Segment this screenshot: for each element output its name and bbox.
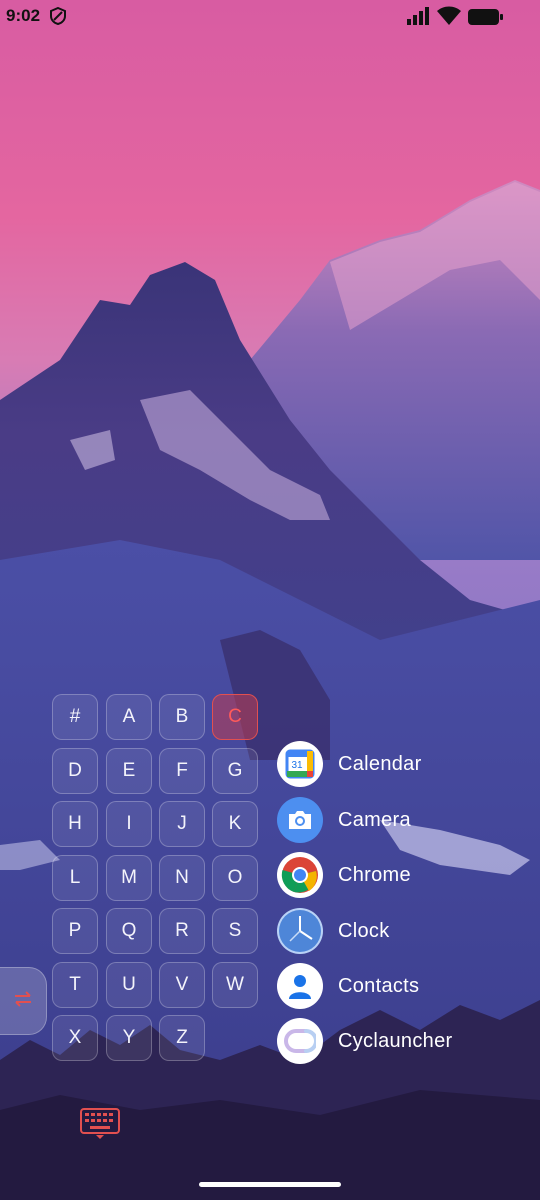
letter-key-d[interactable]: D — [52, 748, 98, 794]
calendar-badge: 31 — [291, 760, 303, 771]
app-camera[interactable]: Camera — [277, 796, 411, 844]
letter-key-e[interactable]: E — [106, 748, 152, 794]
shield-icon — [50, 6, 66, 30]
letter-key-x[interactable]: X — [52, 1015, 98, 1061]
side-drawer-handle[interactable] — [0, 967, 47, 1035]
app-label: Calendar — [338, 752, 422, 775]
status-time: 9:02 — [6, 6, 41, 25]
letter-key-v[interactable]: V — [159, 962, 205, 1008]
letter-key-k[interactable]: K — [212, 801, 258, 847]
letter-key-c-selected[interactable]: C — [212, 694, 258, 740]
app-label: Chrome — [338, 863, 411, 886]
app-chrome[interactable]: Chrome — [277, 851, 411, 899]
contacts-icon — [277, 963, 323, 1009]
letter-key-i[interactable]: I — [106, 801, 152, 847]
letter-key-hash[interactable]: # — [52, 694, 98, 740]
keyboard-icon[interactable] — [80, 1108, 120, 1145]
letter-key-t[interactable]: T — [52, 962, 98, 1008]
clock-icon — [277, 908, 323, 954]
status-bar: 9:02 — [0, 0, 540, 34]
swap-arrows-icon — [13, 990, 33, 1013]
chrome-icon — [277, 852, 323, 898]
letter-key-s[interactable]: S — [212, 908, 258, 954]
letter-key-f[interactable]: F — [159, 748, 205, 794]
app-label: Contacts — [338, 974, 420, 997]
letter-key-m[interactable]: M — [106, 855, 152, 901]
letter-key-b[interactable]: B — [159, 694, 205, 740]
letter-key-j[interactable]: J — [159, 801, 205, 847]
letter-key-a[interactable]: A — [106, 694, 152, 740]
letter-key-q[interactable]: Q — [106, 908, 152, 954]
cyclauncher-icon — [277, 1018, 323, 1064]
letter-key-p[interactable]: P — [52, 908, 98, 954]
battery-icon — [468, 8, 504, 31]
gesture-navigation-bar[interactable] — [199, 1182, 341, 1187]
calendar-icon: 31 — [277, 741, 323, 787]
app-label: Camera — [338, 808, 411, 831]
letter-key-z[interactable]: Z — [159, 1015, 205, 1061]
letter-key-r[interactable]: R — [159, 908, 205, 954]
app-cyclauncher[interactable]: Cyclauncher — [277, 1017, 452, 1065]
app-contacts[interactable]: Contacts — [277, 962, 419, 1010]
camera-icon — [277, 797, 323, 843]
app-label: Cyclauncher — [338, 1029, 453, 1052]
letter-key-u[interactable]: U — [106, 962, 152, 1008]
letter-key-n[interactable]: N — [159, 855, 205, 901]
wifi-icon — [437, 6, 461, 31]
letter-key-w[interactable]: W — [212, 962, 258, 1008]
letter-key-l[interactable]: L — [52, 855, 98, 901]
signal-icon — [406, 7, 430, 30]
letter-key-y[interactable]: Y — [106, 1015, 152, 1061]
letter-key-g[interactable]: G — [212, 748, 258, 794]
letter-key-o[interactable]: O — [212, 855, 258, 901]
letter-key-h[interactable]: H — [52, 801, 98, 847]
app-clock[interactable]: Clock — [277, 907, 390, 955]
app-label: Clock — [338, 919, 390, 942]
app-calendar[interactable]: 31 Calendar — [277, 740, 422, 788]
